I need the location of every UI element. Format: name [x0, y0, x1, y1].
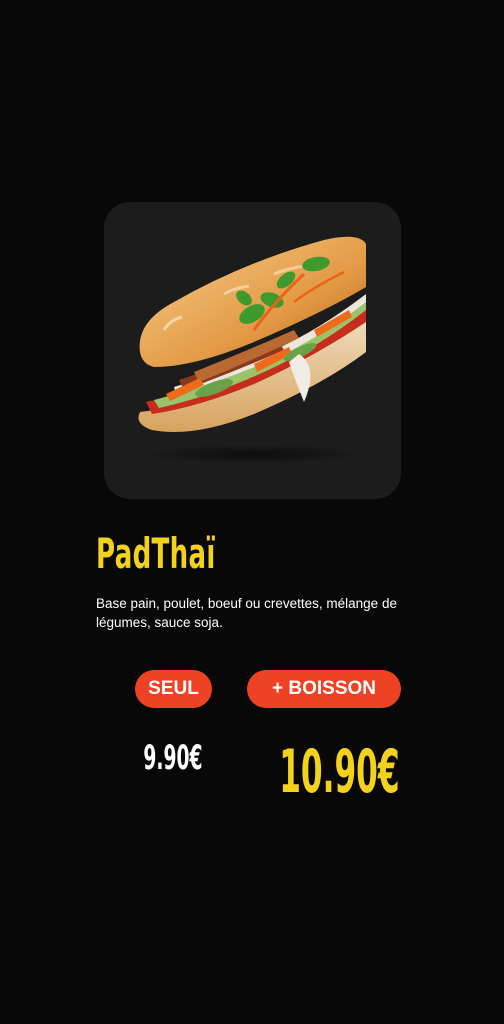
product-title: PadThaï [96, 529, 216, 578]
seul-option-button[interactable]: SEUL [135, 670, 212, 708]
seul-price: 9.90€ [143, 738, 203, 778]
boisson-option-button[interactable]: + BOISSON [247, 670, 401, 708]
boisson-price: 10.90€ [279, 737, 400, 807]
sandwich-image [138, 236, 366, 464]
product-image-card [104, 202, 401, 499]
product-description: Base pain, poulet, boeuf ou crevettes, m… [96, 596, 397, 630]
